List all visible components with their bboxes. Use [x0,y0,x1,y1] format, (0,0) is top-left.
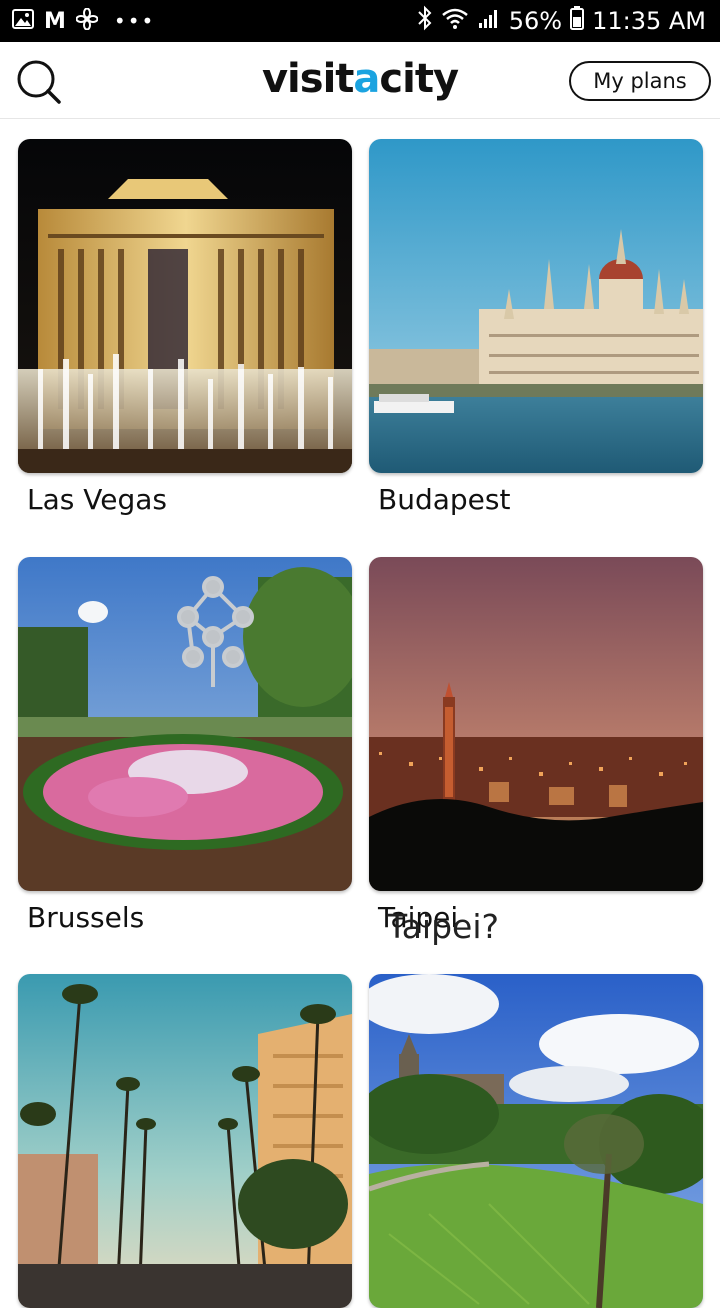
city-card-las-vegas[interactable]: Las Vegas [18,139,352,516]
city-card-castle-city[interactable] [369,974,703,1308]
city-card-budapest[interactable]: Budapest [369,139,703,516]
gallery-icon [12,9,34,33]
gmail-icon: M [44,8,66,34]
city-name: Las Vegas [27,483,167,516]
city-photo-taipei [369,557,703,891]
app-header: visitacity My plans [0,42,720,119]
signal-icon [477,7,501,35]
city-name: Brussels [27,901,145,934]
battery-percent: 56% [508,7,563,35]
city-card-palm-city[interactable] [18,974,352,1308]
clock: 11:35 AM [592,7,706,35]
more-notifications-icon: ••• [113,9,156,33]
city-photo-castle-city [369,974,703,1308]
battery-icon [570,6,585,36]
status-bar: M ••• 56% 11:35 AM [0,0,720,42]
city-card-brussels[interactable]: Brussels [18,557,352,934]
city-photo-palm-city [18,974,352,1308]
wifi-icon [441,6,469,36]
my-plans-button[interactable]: My plans [569,61,711,101]
city-photo-las-vegas [18,139,352,473]
fan-icon [75,7,99,34]
bluetooth-icon [417,5,433,37]
overlay-text: Taipei? [387,907,500,946]
city-photo-budapest [369,139,703,473]
city-name: Budapest [378,483,511,516]
city-photo-brussels [18,557,352,891]
city-card-taipei[interactable]: Taipei Taipei? [369,557,703,946]
